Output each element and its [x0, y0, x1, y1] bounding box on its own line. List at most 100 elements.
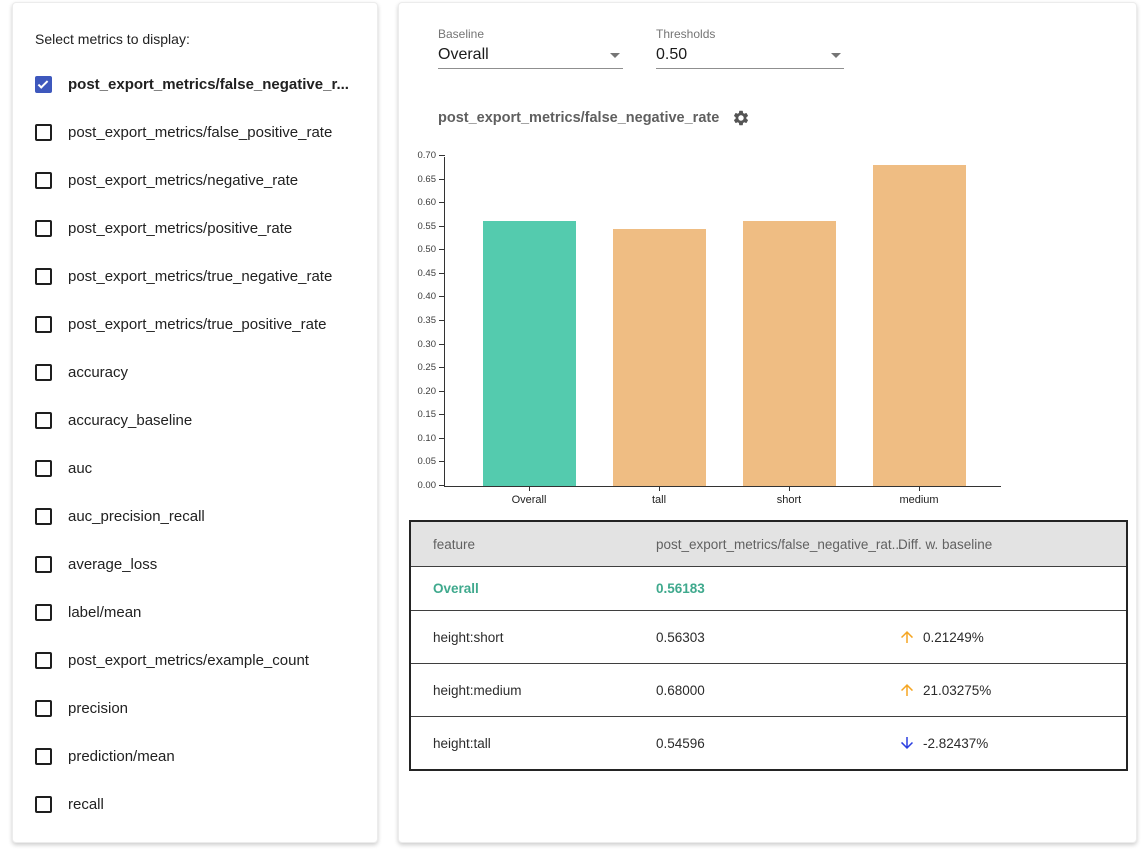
metric-label: average_loss: [68, 556, 157, 573]
y-axis-tick-label: 0.35: [418, 315, 437, 326]
metric-item[interactable]: accuracy: [35, 348, 363, 396]
metric-item[interactable]: average_loss: [35, 540, 363, 588]
metric-label: precision: [68, 700, 128, 717]
diff-cell: -2.82437%: [894, 734, 1126, 752]
y-axis-tick: 0.10: [439, 438, 445, 439]
x-axis-label: tall: [652, 494, 666, 506]
checkbox-unchecked-icon[interactable]: [35, 508, 52, 525]
y-axis-tick-label: 0.50: [418, 244, 437, 255]
baseline-select[interactable]: Baseline Overall: [438, 27, 623, 69]
diff-value: -2.82437%: [923, 736, 988, 751]
metric-select-panel: Select metrics to display: post_export_m…: [12, 2, 378, 843]
checkbox-unchecked-icon[interactable]: [35, 220, 52, 237]
y-axis-tick: 0.35: [439, 320, 445, 321]
metric-label: prediction/mean: [68, 748, 175, 765]
feature-cell: height:tall: [411, 736, 656, 751]
metric-label: recall: [68, 796, 104, 813]
baseline-select-value: Overall: [438, 46, 489, 64]
thresholds-select[interactable]: Thresholds 0.50: [656, 27, 844, 69]
checkbox-unchecked-icon[interactable]: [35, 556, 52, 573]
checkbox-unchecked-icon[interactable]: [35, 268, 52, 285]
metric-item[interactable]: prediction/mean: [35, 732, 363, 780]
x-axis-label: Overall: [512, 494, 547, 506]
y-axis-tick: 0.50: [439, 249, 445, 250]
y-axis-tick: 0.00: [439, 485, 445, 486]
metric-label: post_export_metrics/true_negative_rate: [68, 268, 332, 285]
bar-tall[interactable]: [613, 229, 706, 486]
table-row: height:short0.563030.21249%: [411, 610, 1126, 663]
checkbox-unchecked-icon[interactable]: [35, 316, 52, 333]
x-axis-label: short: [777, 494, 801, 506]
y-axis-tick-label: 0.20: [418, 386, 437, 397]
metric-label: post_export_metrics/example_count: [68, 652, 309, 669]
arrow-up-icon: [898, 628, 916, 646]
settings-gear-icon[interactable]: [732, 109, 750, 127]
metric-item[interactable]: auc_precision_recall: [35, 492, 363, 540]
checkbox-unchecked-icon[interactable]: [35, 412, 52, 429]
metric-item[interactable]: precision: [35, 684, 363, 732]
checkbox-checked-icon[interactable]: [35, 76, 52, 93]
metric-item[interactable]: post_export_metrics/false_positive_rate: [35, 108, 363, 156]
table-header-diff: Diff. w. baseline: [894, 537, 1126, 552]
checkbox-unchecked-icon[interactable]: [35, 364, 52, 381]
metric-item[interactable]: accuracy_baseline: [35, 396, 363, 444]
table-header-row: feature post_export_metrics/false_negati…: [411, 522, 1126, 566]
metric-label: accuracy: [68, 364, 128, 381]
metric-label: auc_precision_recall: [68, 508, 205, 525]
diff-value: 0.21249%: [923, 630, 984, 645]
table-header-feature: feature: [411, 537, 656, 552]
x-axis-tick: [919, 486, 920, 491]
metric-label: auc: [68, 460, 92, 477]
checkbox-unchecked-icon[interactable]: [35, 748, 52, 765]
y-axis-tick-label: 0.65: [418, 174, 437, 185]
checkbox-unchecked-icon[interactable]: [35, 172, 52, 189]
metric-label: post_export_metrics/negative_rate: [68, 172, 298, 189]
table-row: Overall0.56183: [411, 566, 1126, 610]
metric-item[interactable]: label/mean: [35, 588, 363, 636]
table-row: height:medium0.6800021.03275%: [411, 663, 1126, 716]
y-axis-tick: 0.40: [439, 296, 445, 297]
y-axis-tick: 0.55: [439, 226, 445, 227]
metric-item[interactable]: post_export_metrics/negative_rate: [35, 156, 363, 204]
metric-item[interactable]: post_export_metrics/true_positive_rate: [35, 300, 363, 348]
feature-cell: Overall: [411, 581, 656, 596]
checkbox-unchecked-icon[interactable]: [35, 604, 52, 621]
y-axis-tick: 0.70: [439, 155, 445, 156]
y-axis-tick-label: 0.00: [418, 480, 437, 491]
y-axis-tick: 0.60: [439, 202, 445, 203]
check-icon: [38, 78, 49, 89]
metric-label: post_export_metrics/true_positive_rate: [68, 316, 326, 333]
y-axis-tick-label: 0.40: [418, 291, 437, 302]
checkbox-unchecked-icon[interactable]: [35, 796, 52, 813]
chevron-down-icon: [831, 53, 841, 58]
bar-Overall[interactable]: [483, 221, 576, 486]
checkbox-unchecked-icon[interactable]: [35, 700, 52, 717]
metric-label: post_export_metrics/positive_rate: [68, 220, 292, 237]
metric-item[interactable]: post_export_metrics/example_count: [35, 636, 363, 684]
metric-item[interactable]: post_export_metrics/true_negative_rate: [35, 252, 363, 300]
bar-short[interactable]: [743, 221, 836, 486]
metric-item[interactable]: post_export_metrics/positive_rate: [35, 204, 363, 252]
y-axis-tick: 0.25: [439, 367, 445, 368]
metric-value-cell: 0.56183: [656, 581, 894, 596]
metric-label: label/mean: [68, 604, 141, 621]
metric-value-cell: 0.54596: [656, 736, 894, 751]
x-axis-tick: [789, 486, 790, 491]
table-body: Overall0.56183height:short0.563030.21249…: [411, 566, 1126, 769]
metric-item[interactable]: post_export_metrics/false_negative_r...: [35, 60, 363, 108]
metric-label: post_export_metrics/false_positive_rate: [68, 124, 332, 141]
checkbox-unchecked-icon[interactable]: [35, 652, 52, 669]
y-axis-tick: 0.65: [439, 179, 445, 180]
y-axis-tick-label: 0.25: [418, 362, 437, 373]
metric-item[interactable]: recall: [35, 780, 363, 828]
checkbox-unchecked-icon[interactable]: [35, 460, 52, 477]
x-axis-tick: [659, 486, 660, 491]
x-axis-label: medium: [899, 494, 938, 506]
y-axis-tick-label: 0.45: [418, 268, 437, 279]
checkbox-unchecked-icon[interactable]: [35, 124, 52, 141]
bar-medium[interactable]: [873, 165, 966, 486]
y-axis-tick-label: 0.60: [418, 197, 437, 208]
metric-value-cell: 0.68000: [656, 683, 894, 698]
y-axis-tick-label: 0.15: [418, 409, 437, 420]
metric-item[interactable]: auc: [35, 444, 363, 492]
